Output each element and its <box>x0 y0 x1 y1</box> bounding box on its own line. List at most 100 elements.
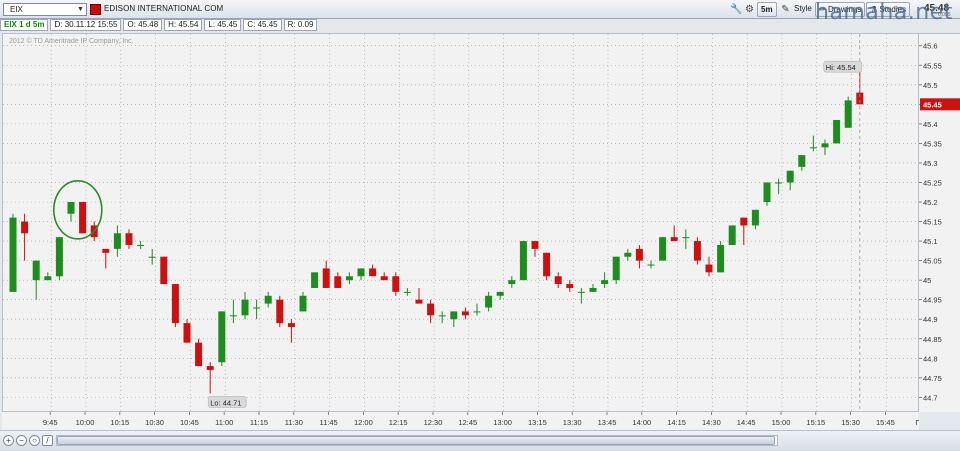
candle-up <box>55 237 63 277</box>
y-tick-label: 45.3 <box>923 159 938 168</box>
symbol-value: EIX <box>10 5 23 14</box>
candle-up <box>450 311 458 320</box>
chart-scrollbar[interactable] <box>56 435 778 446</box>
company-name: EDISON INTERNATIONAL COM <box>104 4 224 13</box>
x-tick-label: 15:45 <box>876 418 895 427</box>
ohlc-info-bar: EIX 1 d 5m D: 30.11.12 15:55 O: 45.48 H:… <box>0 19 319 31</box>
y-tick-label: 44.85 <box>923 335 942 344</box>
candle-up <box>9 217 17 292</box>
candle-down <box>566 284 574 288</box>
candle-up <box>659 237 667 261</box>
symbol-period-label[interactable]: EIX 1 d 5m <box>0 19 49 31</box>
candlestick-chart[interactable]: Hi: 45.54 Lo: 44.71 <box>3 34 922 413</box>
x-tick-label: 12:30 <box>424 418 443 427</box>
x-tick-label: 15:00 <box>772 418 791 427</box>
candle-down <box>531 241 539 249</box>
hi-label-text: Hi: 45.54 <box>826 63 856 72</box>
candle-down <box>276 299 284 324</box>
y-tick-label: 44.75 <box>923 374 942 383</box>
candle-up <box>775 182 783 184</box>
x-tick-label: 15:30 <box>841 418 860 427</box>
candle-up <box>311 272 319 288</box>
y-tick-label: 44.7 <box>923 393 938 402</box>
candle-up <box>148 256 156 258</box>
candle-down <box>21 221 29 234</box>
thinkorswim-chart-window: EIX ▼ EDISON INTERNATIONAL COM 🔧 ⚙ 5m ✎ … <box>0 0 960 451</box>
candle-up <box>137 244 145 246</box>
candle-down <box>705 264 713 273</box>
x-tick-label: 14:00 <box>632 418 651 427</box>
candle-down <box>543 252 551 277</box>
candle-up <box>728 225 736 245</box>
y-tick-label: 45.2 <box>923 198 938 207</box>
candle-down <box>102 248 110 253</box>
x-tick-label: 11:15 <box>250 418 268 427</box>
candle-down <box>206 366 214 371</box>
candle-up <box>798 155 806 167</box>
y-tick-label: 45.05 <box>923 257 942 266</box>
style-button[interactable]: Style <box>791 2 815 17</box>
candle-up <box>32 260 40 281</box>
candle-up <box>717 244 725 273</box>
candle-down <box>693 241 701 261</box>
timeframe-button[interactable]: 5m <box>757 2 777 17</box>
watermark-logo: hamaha.net <box>815 0 953 25</box>
zoom-out-icon[interactable]: − <box>16 435 27 446</box>
y-tick-label: 45 <box>923 276 931 285</box>
candle-down <box>427 303 435 316</box>
candle-up <box>44 276 52 281</box>
symbol-link-color-icon[interactable] <box>90 4 101 15</box>
candle-up <box>438 315 446 317</box>
candle-up <box>751 209 759 226</box>
y-tick-label: 44.8 <box>923 354 938 363</box>
magnifier-icon[interactable]: ○ <box>29 435 40 446</box>
candle-down <box>195 342 203 367</box>
x-tick-label: 13:45 <box>598 418 617 427</box>
x-tick-label: 14:30 <box>702 418 721 427</box>
scrollbar-thumb[interactable] <box>57 436 775 445</box>
candle-up <box>299 295 307 312</box>
y-tick-label: 45.35 <box>923 139 942 148</box>
x-tick-label: 11:30 <box>285 418 303 427</box>
candle-up <box>786 170 794 183</box>
candle-down <box>125 233 133 245</box>
candle-up <box>345 276 353 281</box>
candle-up <box>357 268 365 277</box>
symbol-input[interactable]: EIX ▼ <box>3 3 87 16</box>
candle-up <box>577 291 585 293</box>
settings-icon[interactable]: ⚙ <box>743 3 756 16</box>
x-tick-label: 12:45 <box>458 418 477 427</box>
candle-up <box>519 241 527 281</box>
price-axis-svg: 45.6 45.55 45.5 45.45 45.4 45.35 45.3 45.25 45.2… <box>919 42 960 402</box>
candle-down <box>334 276 342 288</box>
price-axis[interactable]: 45.6 45.55 45.5 45.45 45.4 45.35 45.3 45.25 45.2… <box>919 33 960 412</box>
y-tick-label: 45.1 <box>923 237 938 246</box>
x-tick-label: 10:45 <box>180 418 199 427</box>
wrench-icon[interactable]: 🔧 <box>730 3 743 16</box>
info-high: H: 45.54 <box>164 19 203 31</box>
x-tick-label: 10:15 <box>110 418 129 427</box>
candle-down <box>322 268 330 288</box>
candle-down <box>554 276 562 285</box>
y-tick-label: 44.95 <box>923 296 942 305</box>
candle-down <box>740 217 748 226</box>
x-tick-label: 10:30 <box>145 418 164 427</box>
candle-down <box>171 284 179 324</box>
x-tick-label: 12:15 <box>389 418 408 427</box>
candle-down <box>461 311 469 316</box>
candle-up <box>253 307 261 309</box>
x-tick-label: 12:00 <box>354 418 373 427</box>
zoom-in-icon[interactable]: + <box>3 435 14 446</box>
price-chart-area[interactable]: Hi: 45.54 Lo: 44.71 2012 © TD Ameritrade … <box>2 33 922 413</box>
y-tick-label: 45.55 <box>923 61 942 70</box>
candle-down <box>369 268 377 277</box>
copyright-text: 2012 © TD Ameritrade IP Company, Inc. <box>9 38 134 45</box>
candle-up <box>601 280 609 285</box>
time-axis-svg: 9:45 10:00 10:15 10:30 10:45 11:00 11:15 11:30 1… <box>43 412 925 427</box>
candle-up <box>241 299 249 316</box>
chevron-down-icon[interactable]: ▼ <box>76 5 85 14</box>
drawing-pencil-icon[interactable]: / <box>42 435 53 446</box>
x-tick-label: Пн <box>915 418 919 427</box>
time-axis[interactable]: 9:45 10:00 10:15 10:30 10:45 11:00 11:15 11:30 1… <box>2 412 925 430</box>
candle-down <box>160 256 168 285</box>
